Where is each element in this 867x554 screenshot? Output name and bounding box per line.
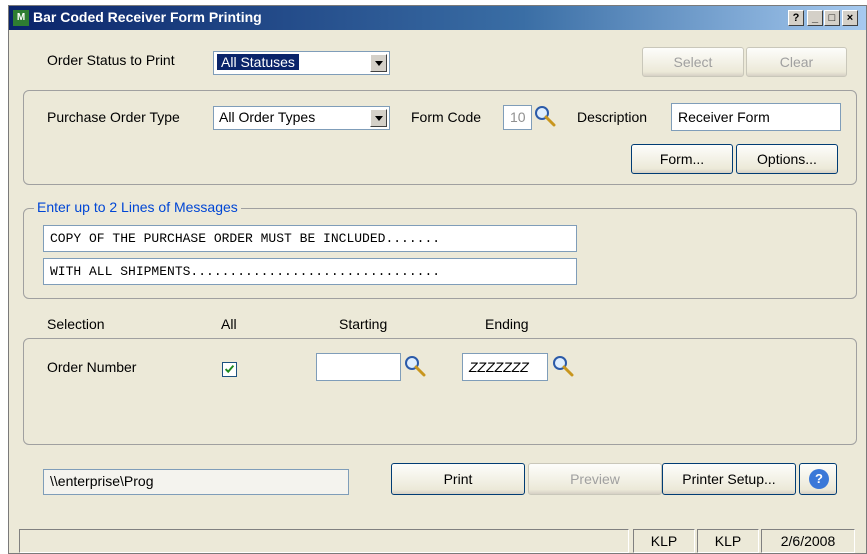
selection-group <box>23 338 857 445</box>
maximize-button[interactable]: □ <box>824 10 840 26</box>
description-label: Description <box>577 109 648 125</box>
po-type-label: Purchase Order Type <box>47 109 180 125</box>
order-status-value: All Statuses <box>216 53 300 71</box>
help-title-button[interactable]: ? <box>788 10 804 26</box>
status-company-1: KLP <box>633 529 695 553</box>
order-status-label: Order Status to Print <box>47 52 175 68</box>
status-date: 2/6/2008 <box>761 529 855 553</box>
help-icon: ? <box>809 469 829 489</box>
form-button[interactable]: Form... <box>631 144 733 174</box>
status-message-area <box>19 529 629 553</box>
all-header: All <box>221 316 237 332</box>
close-button[interactable]: × <box>842 10 858 26</box>
print-button[interactable]: Print <box>391 463 525 495</box>
po-type-value: All Order Types <box>219 109 316 125</box>
preview-button[interactable]: Preview <box>528 463 662 495</box>
description-field[interactable]: Receiver Form <box>671 103 841 131</box>
ending-order-field[interactable]: ZZZZZZZ <box>462 353 548 381</box>
title-bar[interactable]: M Bar Coded Receiver Form Printing ? _ □… <box>9 6 866 30</box>
printer-path-field[interactable]: \\enterprise\Prog <box>43 469 349 495</box>
search-icon[interactable] <box>534 105 556 127</box>
selection-header: Selection <box>47 316 105 332</box>
search-icon[interactable] <box>404 355 426 377</box>
form-code-label: Form Code <box>411 109 482 125</box>
po-type-select[interactable]: All Order Types <box>213 106 390 130</box>
messages-legend: Enter up to 2 Lines of Messages <box>34 199 241 215</box>
message-line-2[interactable]: WITH ALL SHIPMENTS......................… <box>43 258 577 285</box>
window-title: Bar Coded Receiver Form Printing <box>33 9 262 25</box>
options-button[interactable]: Options... <box>736 144 838 174</box>
ending-header: Ending <box>485 316 529 332</box>
order-status-select[interactable]: All Statuses <box>213 51 390 75</box>
all-checkbox[interactable] <box>222 362 237 377</box>
help-button[interactable]: ? <box>799 463 837 495</box>
message-line-1[interactable]: COPY OF THE PURCHASE ORDER MUST BE INCLU… <box>43 225 577 252</box>
chevron-down-icon[interactable] <box>370 54 387 72</box>
app-icon: M <box>13 10 29 26</box>
messages-group <box>23 208 857 299</box>
select-button[interactable]: Select <box>642 47 744 77</box>
minimize-button[interactable]: _ <box>807 10 823 26</box>
status-company-2: KLP <box>697 529 759 553</box>
clear-button[interactable]: Clear <box>746 47 847 77</box>
starting-header: Starting <box>339 316 388 332</box>
receiver-form-window: M Bar Coded Receiver Form Printing ? _ □… <box>8 5 867 554</box>
chevron-down-icon[interactable] <box>370 109 387 127</box>
starting-order-field[interactable] <box>316 353 401 381</box>
order-number-label: Order Number <box>47 359 137 375</box>
printer-setup-button[interactable]: Printer Setup... <box>662 463 796 495</box>
search-icon[interactable] <box>552 355 574 377</box>
form-code-field[interactable]: 10 <box>503 105 532 130</box>
